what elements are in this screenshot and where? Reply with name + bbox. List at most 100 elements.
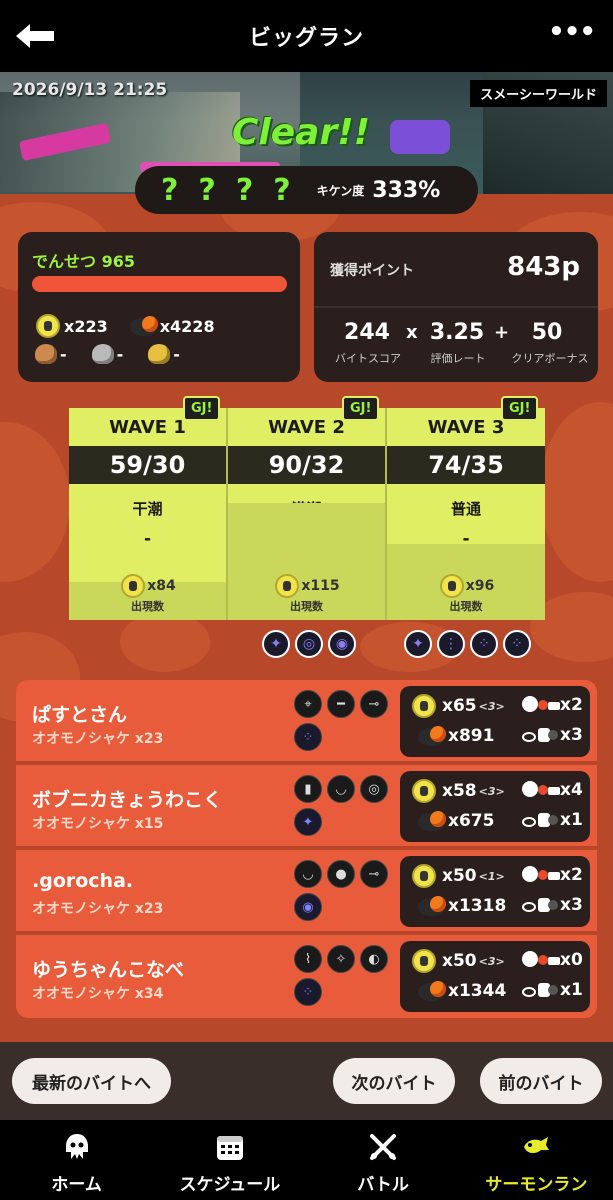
player-name: ゆうちゃんこなべ [32,959,185,981]
hazard-mark: ? [161,172,179,208]
player-golden-eggs: x50 [442,951,477,971]
player-deaths: x3 [560,895,583,915]
weapon-icon: ◐ [360,945,388,973]
wave-score: 90/32 [228,446,385,484]
previous-job-button[interactable]: 前のバイト [480,1058,602,1104]
wave-appear-count: x115 [301,578,340,594]
power-egg-icon [412,979,446,1003]
weapon-icon: ⊸ [360,860,388,888]
tab-label: ホーム [51,1175,102,1195]
weapon-icon: ◎ [360,775,388,803]
points-card: 獲得ポイント 843p 244 x 3.25 + 50 バイトスコア 評価レート… [314,232,598,382]
squid-icon [65,1134,88,1159]
player-assist: <1> [478,869,505,883]
special-weapon-icon: ⁘ [294,723,322,751]
tab-salmon-run[interactable]: サーモンラン [460,1120,613,1200]
player-row[interactable]: ゆうちゃんこなべ オオモノシャケ x34 ⌇ ✧ ◐ ⁘ x50 <3> x134… [16,935,597,1018]
special-weapon-icon: ◉ [328,630,356,658]
special-weapon-icon: ✦ [404,630,432,658]
tab-label: スケジュール [179,1175,281,1195]
player-assist: <3> [478,954,505,968]
rescue-icon [516,694,560,716]
salmon-icon [524,1137,550,1154]
player-deaths: x3 [560,725,583,745]
bronze-scale-count: - [60,344,67,364]
player-row[interactable]: .gorocha. オオモノシャケ x23 ◡ ● ⊸ ◉ x50 <1> x13… [16,850,597,933]
player-weapons: ⌇ ✧ ◐ ⁘ [294,945,394,1006]
player-deaths: x1 [560,980,583,1000]
tab-home[interactable]: ホーム [0,1120,153,1200]
bronze-scale-icon [35,344,57,364]
wave-badge: GJ! [342,396,380,421]
player-weapons: ◡ ● ⊸ ◉ [294,860,394,921]
wave-event: - [143,529,152,549]
player-assist: <3> [478,784,505,798]
gold-scale-count: - [173,344,180,364]
weapon-icon: ⌖ [294,690,322,718]
rescued-icon [516,894,558,916]
divider [314,306,598,308]
clear-label: Clear!! [232,112,371,153]
tab-label: サーモンラン [485,1175,588,1195]
golden-egg-icon [275,574,300,598]
golden-egg-icon [412,864,436,888]
stage-name: スメーシーワールド [470,80,607,107]
rescue-icon [516,949,560,971]
tab-battle[interactable]: バトル [307,1120,460,1200]
page-title: ビッグラン [248,26,364,51]
golden-egg-icon [412,779,436,803]
player-rescues: x0 [560,950,583,970]
back-arrow-icon[interactable] [14,22,58,50]
weapon-icon: ◡ [294,860,322,888]
special-weapon-icon: ⁘ [470,630,498,658]
player-assist: <3> [478,699,505,713]
next-job-button[interactable]: 次のバイト [333,1058,455,1104]
points-value: 843p [507,252,580,282]
player-row[interactable]: ぱすとさん オオモノシャケ x23 ⌖ ━ ⊸ ⁘ x65 <3> x891 x2… [16,680,597,763]
special-weapon-icon: ✦ [262,630,290,658]
rank-title: でんせつ 965 [32,252,135,271]
weapon-icon: ▮ [294,775,322,803]
weapon-icon: ⌇ [294,945,322,973]
clear-bonus: 50 [531,320,563,345]
silver-scale-icon [91,344,114,364]
hazard-level: ? ? ? ? キケン度 333% [135,166,478,214]
rank-progress-bar [32,276,287,292]
player-deaths: x1 [560,810,583,830]
hazard-mark: ? [235,172,254,208]
weapon-icon: ✧ [327,945,355,973]
rescued-icon [516,809,558,831]
rescued-icon [516,724,558,746]
player-list: ぱすとさん オオモノシャケ x23 ⌖ ━ ⊸ ⁘ x65 <3> x891 x2… [16,680,597,1018]
player-row[interactable]: ボブニカきょうわこく オオモノシャケ x15 ▮ ◡ ◎ ✦ x58 <3> x6… [16,765,597,848]
tab-schedule[interactable]: スケジュール [153,1120,306,1200]
player-boss-kills: オオモノシャケ x23 [32,901,164,917]
times-sign: x [406,322,418,343]
player-rescues: x4 [560,780,583,800]
wave-badge: GJ! [501,396,539,421]
golden-egg-count: x223 [64,316,108,336]
special-weapon-icon: ⁘ [294,978,322,1006]
latest-job-button[interactable]: 最新のバイトへ [12,1058,171,1104]
hazard-mark: ? [198,172,216,208]
player-golden-eggs: x50 [442,866,477,886]
special-weapon-icon: ⋮ [437,630,465,658]
player-stats: x65 <3> x891 x2 x3 [400,686,590,757]
wave-card-1: WAVE 1 59/30 干潮 - x84 出現数 [69,408,226,620]
player-name: ボブニカきょうわこく [32,789,223,811]
player-rescues: x2 [560,865,583,885]
wave-appear-label: 出現数 [131,600,164,613]
wave-tide: 干潮 [132,500,163,518]
wave-appear-count: x96 [465,578,495,594]
job-score: 244 [344,320,390,345]
wave-results: WAVE 1 59/30 干潮 - x84 出現数 WAVE 2 90/32 満… [69,396,545,620]
plus-sign: + [494,322,510,343]
more-icon[interactable]: ••• [548,19,596,45]
special-weapon-icon: ✦ [294,808,322,836]
player-golden-eggs: x65 [442,696,477,716]
job-score-label: バイトスコア [335,352,401,365]
wave-score: 59/30 [69,446,226,484]
points-formula: 244 x 3.25 + 50 バイトスコア 評価レート クリアボーナス [314,320,598,370]
rank-card: でんせつ 965 x223 x4228 - - - [18,232,300,382]
power-egg-count: x4228 [159,316,215,336]
